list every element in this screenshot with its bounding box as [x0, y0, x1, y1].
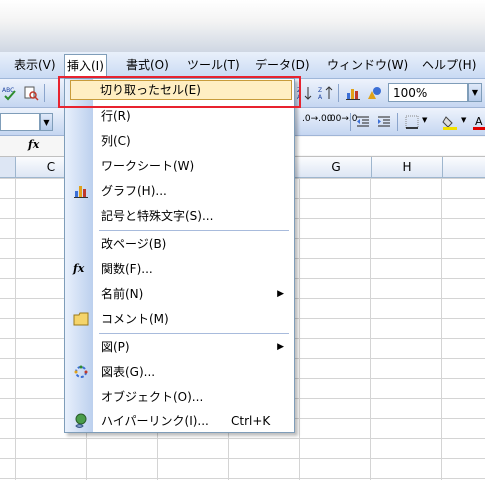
chevron-down-icon[interactable]: ▼ — [40, 113, 53, 131]
chevron-down-icon[interactable]: ▼ — [422, 116, 427, 124]
menu-item-worksheet[interactable]: ワークシート(W) — [67, 154, 292, 178]
menu-item-picture[interactable]: 図(P) ▶ — [67, 335, 292, 359]
hyperlink-icon — [75, 413, 87, 428]
menu-item-label: ワークシート(W) — [101, 159, 195, 173]
svg-text:A: A — [475, 115, 483, 128]
menu-item-label: 改ページ(B) — [101, 237, 167, 251]
zoom-input[interactable]: 100% — [388, 83, 468, 102]
menu-insert[interactable]: 挿入(I) — [64, 54, 107, 77]
toolbar-separator — [44, 84, 45, 102]
menu-item-label: 列(C) — [101, 134, 131, 148]
column-header-h[interactable]: H — [372, 157, 443, 177]
menu-tools[interactable]: ツール(T) — [185, 56, 242, 74]
function-icon: fx — [73, 262, 85, 275]
drawing-icon[interactable] — [366, 85, 382, 101]
menu-item-diagram[interactable]: 図表(G)... — [67, 360, 292, 384]
svg-text:A: A — [318, 94, 323, 101]
submenu-arrow-icon: ▶ — [277, 342, 284, 352]
menu-data[interactable]: データ(D) — [253, 56, 312, 74]
menu-separator — [99, 230, 289, 231]
diagram-icon — [74, 365, 88, 378]
menu-item-label: 図表(G)... — [101, 365, 156, 379]
research-icon[interactable] — [23, 85, 39, 101]
select-all-corner[interactable] — [0, 157, 16, 177]
menu-item-label: 記号と特殊文字(S)... — [101, 209, 214, 223]
fill-color-icon[interactable] — [442, 114, 458, 130]
menu-item-hyperlink[interactable]: ハイパーリンク(I)... Ctrl+K — [67, 409, 292, 433]
menu-item-label: 名前(N) — [101, 287, 144, 301]
menu-item-label: コメント(M) — [101, 312, 169, 326]
chevron-down-icon[interactable]: ▼ — [468, 83, 482, 102]
menu-item-label: 関数(F)... — [101, 262, 153, 276]
menu-item-chart[interactable]: グラフ(H)... — [67, 179, 292, 203]
toolbar-separator — [350, 113, 351, 131]
menu-item-symbol[interactable]: 記号と特殊文字(S)... — [67, 204, 292, 228]
submenu-arrow-icon: ▶ — [277, 289, 284, 299]
svg-text:Z: Z — [318, 87, 322, 94]
menu-item-label: オブジェクト(O)... — [101, 390, 204, 404]
borders-icon[interactable] — [404, 114, 420, 130]
menu-bar: 表示(V) 挿入(I) 書式(O) ツール(T) データ(D) ウィンドウ(W)… — [0, 52, 485, 79]
chevron-down-icon[interactable]: ▼ — [461, 116, 466, 124]
menu-item-label: グラフ(H)... — [101, 184, 167, 198]
menu-item-shortcut: Ctrl+K — [231, 414, 271, 428]
menu-item-name[interactable]: 名前(N) ▶ — [67, 282, 292, 306]
annotation-highlight-box — [58, 76, 301, 108]
insert-menu-dropdown: 切り取ったセル(E) 行(R) 列(C) ワークシート(W) グラフ(H)...… — [64, 78, 295, 433]
sort-ascending-icon[interactable]: Z A — [318, 85, 334, 101]
increase-indent-icon[interactable] — [376, 114, 392, 130]
menu-item-page-break[interactable]: 改ページ(B) — [67, 232, 292, 256]
chart-icon — [74, 186, 88, 198]
menu-help[interactable]: ヘルプ(H) — [420, 56, 478, 74]
menu-item-object[interactable]: オブジェクト(O)... — [67, 385, 292, 409]
column-header-g[interactable]: G — [301, 157, 372, 177]
column-header-next[interactable] — [443, 157, 485, 177]
menu-format[interactable]: 書式(O) — [124, 56, 171, 74]
menu-item-comment[interactable]: コメント(M) — [67, 307, 292, 331]
chart-wizard-icon[interactable] — [345, 85, 361, 101]
menu-separator — [99, 333, 289, 334]
menu-item-label: ハイパーリンク(I)... — [101, 414, 209, 428]
menu-window[interactable]: ウィンドウ(W) — [325, 56, 410, 74]
insert-function-icon[interactable]: fx — [28, 138, 39, 151]
menu-item-function[interactable]: fx 関数(F)... — [67, 257, 292, 281]
toolbar-separator — [397, 113, 398, 131]
toolbar-separator — [338, 84, 339, 102]
menu-item-column[interactable]: 列(C) — [67, 129, 292, 153]
menu-view[interactable]: 表示(V) — [12, 56, 58, 74]
window-top-area — [0, 0, 485, 52]
comment-icon — [73, 312, 89, 326]
name-box[interactable] — [0, 113, 40, 131]
font-color-icon[interactable]: A — [473, 114, 485, 130]
decrease-decimal-button[interactable]: .00→.0 — [327, 114, 357, 124]
menu-item-label: 図(P) — [101, 340, 130, 354]
spellcheck-icon[interactable]: ABC — [2, 85, 18, 101]
decrease-indent-icon[interactable] — [355, 114, 371, 130]
